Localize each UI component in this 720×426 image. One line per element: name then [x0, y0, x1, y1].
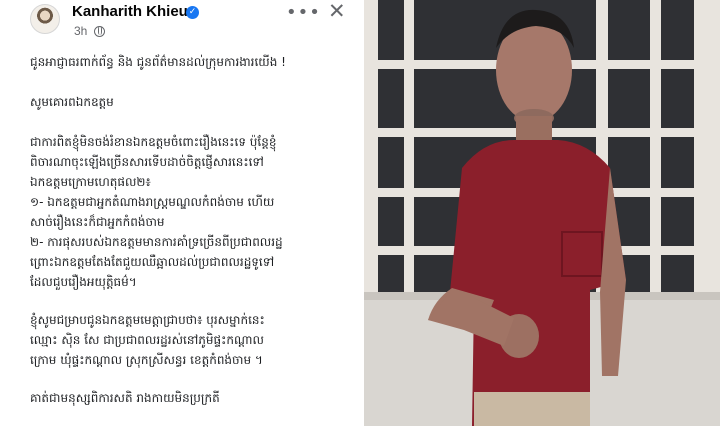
close-icon[interactable]: ✕ [328, 0, 346, 22]
post-header: Kanharith Khieu ✓ 3h ••• ✕ [0, 0, 362, 44]
photo-illustration [364, 0, 720, 426]
post-line: ខ្ញុំសូមជម្រាបជូនឯកឧត្តមមេត្តាជ្រាបថា៖ ប… [30, 313, 265, 327]
globe-icon [94, 26, 105, 37]
post-line: សូមគោរពឯកឧត្តម [30, 95, 114, 109]
post-line: ជាការពិតខ្ញុំមិនចង់រំខានឯកឧត្តមចំពោះរឿងន… [30, 135, 277, 149]
post-line: ពិចារណាចុះឡើងច្រើនសារទើបដាច់ចិត្តផ្ញើសារ… [30, 155, 264, 169]
post-line: ដែលជួបរឿងអយុត្តិធម៌។ [30, 275, 137, 289]
post-photo[interactable] [364, 0, 720, 426]
verified-badge-icon: ✓ [186, 6, 199, 19]
post-line: ២- ការផុសរបស់ឯកឧត្តមមានការគាំទ្រច្រើនពីប… [30, 235, 283, 249]
post-line: ជូនអាជ្ញាធរពាក់ព័ន្ធ និង ជូនព័ត៌មានដល់ក្… [30, 55, 286, 69]
author-name[interactable]: Kanharith Khieu [72, 3, 188, 20]
post-line-cut: គាត់ជាមនុស្សពិការសតិ រាងកាយមិនប្រក្រតី [30, 391, 220, 405]
post-line: ១- ឯកឧត្តមជាអ្នកតំណាងរាស្ត្រមណ្ឌលកំពង់ចា… [30, 195, 275, 209]
post-line: ក្រោម ឃុំផ្ទះកណ្ដាល ស្រុកស្រីសន្ធរ ខេត្ត… [30, 353, 263, 367]
post-time[interactable]: 3h [74, 24, 87, 38]
post-line: ឈ្មោះ ស៊ិន សែ ជាប្រជាពលរដ្ឋរស់នៅភូមិផ្ទះ… [30, 333, 264, 347]
post-line: ឯកឧត្តមក្រោមហេតុផល២៖ [30, 175, 151, 189]
more-options-icon[interactable]: ••• [286, 2, 321, 23]
post-line: ព្រោះឯកឧត្តមតែងតែជួយឈឺឆ្អាលដល់ប្រជាពលរដ្… [30, 255, 275, 269]
avatar[interactable] [30, 4, 60, 34]
post-line: សាច់រឿងនេះក៏ជាអ្នកកំពង់ចាម [30, 215, 165, 229]
facebook-post: Kanharith Khieu ✓ 3h ••• ✕ ជូនអាជ្ញាធរពា… [0, 0, 362, 426]
post-body: ជូនអាជ្ញាធរពាក់ព័ន្ធ និង ជូនព័ត៌មានដល់ក្… [30, 52, 356, 408]
